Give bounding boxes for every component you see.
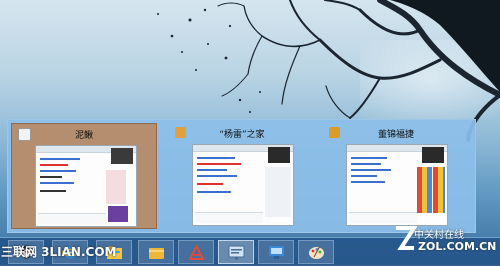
folder-icon xyxy=(149,248,164,259)
window-preview xyxy=(192,144,294,226)
watermark-left: 三联网 3LIAN.COM xyxy=(1,245,117,259)
taskbar-button-folder[interactable] xyxy=(138,240,174,264)
network-icon xyxy=(269,246,284,259)
thumbnail-header: 董锦福捷 xyxy=(323,123,469,141)
thumbnail-window-1[interactable]: 泥鳅 xyxy=(11,123,157,229)
thumbnail-header: “杨雷”之家 xyxy=(169,123,315,141)
watermark-right-url: ZOL.COM.CN xyxy=(418,240,497,253)
taskbar-button-store[interactable] xyxy=(178,240,214,264)
qq-chat-icon xyxy=(228,245,245,260)
taskbar-thumbnail-switcher: 泥鳅 “杨雷”之家 董锦福捷 xyxy=(7,119,476,233)
app-store-icon xyxy=(188,245,205,260)
thumbnail-window-3[interactable]: 董锦福捷 xyxy=(323,123,469,229)
taskbar-button-paint[interactable] xyxy=(298,240,334,264)
window-preview xyxy=(35,145,137,227)
thumbnail-window-2[interactable]: “杨雷”之家 xyxy=(169,123,315,229)
thumbnail-title: 泥鳅 xyxy=(74,131,93,141)
watermark-right-cn: 中关村在线 xyxy=(414,230,464,241)
thumbnail-title: 董锦福捷 xyxy=(377,130,414,140)
window-preview xyxy=(346,144,448,226)
paint-palette-icon xyxy=(309,245,324,259)
taskbar-button-network[interactable] xyxy=(258,240,294,264)
thumbnail-header: 泥鳅 xyxy=(12,124,156,142)
taskbar-button-qq-chat[interactable] xyxy=(218,240,254,264)
thumbnail-title: “杨雷”之家 xyxy=(219,130,265,140)
